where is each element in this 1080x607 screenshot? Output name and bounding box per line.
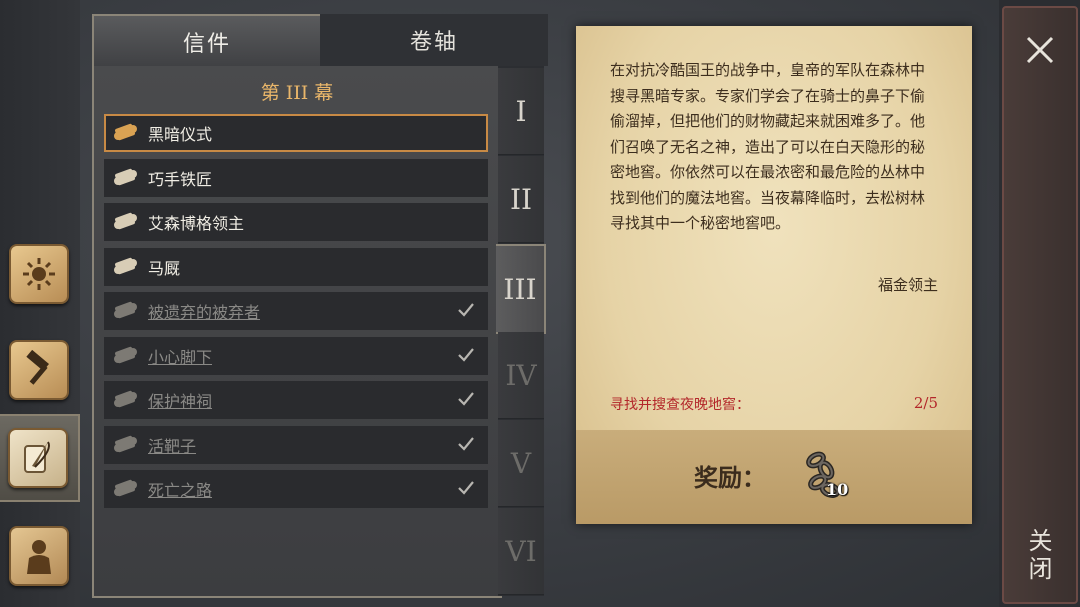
quest-label: 死亡之路 bbox=[148, 481, 213, 500]
quest-progress: 2/5 bbox=[913, 394, 938, 412]
tab-scrolls[interactable]: 卷轴 bbox=[320, 14, 548, 66]
close-button[interactable]: 关闭 bbox=[1002, 6, 1078, 604]
letter-body: 在对抗冷酷国王的战争中，皇帝的军队在森林中搜寻黑暗专家。专家们学会了在骑士的鼻子… bbox=[610, 61, 926, 232]
letter-signature: 福金领主 bbox=[877, 276, 938, 294]
nav-craft-button[interactable] bbox=[0, 326, 78, 414]
chapter-tab-II[interactable]: II bbox=[498, 156, 544, 243]
nav-letters-button[interactable] bbox=[0, 414, 80, 502]
quest-item[interactable]: 小心脚下 bbox=[104, 336, 488, 375]
chapter-tab-III[interactable]: III bbox=[496, 244, 546, 334]
scroll-icon bbox=[114, 435, 137, 452]
hammer-map-icon bbox=[9, 340, 69, 400]
close-icon[interactable] bbox=[1022, 32, 1058, 68]
scroll-icon bbox=[114, 212, 137, 230]
quest-label: 保护神祠 bbox=[148, 392, 213, 411]
close-label[interactable]: 关闭 bbox=[1024, 528, 1056, 584]
nav-skills-button[interactable] bbox=[0, 230, 78, 318]
sun-book-icon bbox=[9, 244, 69, 304]
check-icon bbox=[458, 347, 474, 362]
scroll-icon bbox=[114, 257, 137, 274]
scroll-icon bbox=[114, 168, 137, 185]
nav-character-button[interactable] bbox=[0, 512, 78, 600]
quest-item[interactable]: 艾森博格领主 bbox=[104, 203, 488, 241]
side-nav bbox=[0, 0, 80, 607]
tab-letters[interactable]: 信件 bbox=[92, 14, 322, 68]
act-title: 第 III 幕 bbox=[260, 82, 334, 104]
scroll-icon bbox=[114, 346, 137, 363]
quest-label: 马厩 bbox=[148, 258, 181, 278]
reward-bar: 奖励： 10 bbox=[576, 430, 972, 524]
quest-label: 活靶子 bbox=[148, 436, 197, 456]
scroll-icon bbox=[114, 479, 137, 497]
character-icon bbox=[9, 526, 69, 586]
quest-item[interactable]: 巧手铁匠 bbox=[104, 158, 488, 197]
quest-item[interactable]: 死亡之路 bbox=[104, 470, 488, 508]
chapter-tab-I[interactable]: I bbox=[498, 68, 544, 155]
check-icon bbox=[458, 303, 474, 317]
quest-label: 艾森博格领主 bbox=[148, 214, 245, 233]
quest-item[interactable]: 被遗弃的被弃者 bbox=[104, 292, 488, 330]
check-icon bbox=[458, 392, 474, 406]
quest-label: 巧手铁匠 bbox=[148, 169, 213, 189]
chapter-tab-VI[interactable]: VI bbox=[498, 508, 544, 595]
quest-label: 小心脚下 bbox=[148, 347, 213, 367]
check-icon bbox=[458, 436, 474, 451]
quest-label: 黑暗仪式 bbox=[148, 125, 213, 144]
quest-item[interactable]: 马厩 bbox=[104, 247, 488, 286]
quest-item[interactable]: 保护神祠 bbox=[104, 381, 488, 419]
check-icon bbox=[458, 481, 474, 495]
quest-label: 被遗弃的被弃者 bbox=[148, 303, 261, 322]
quest-item[interactable]: 黑暗仪式 bbox=[104, 114, 488, 152]
chapter-tab-IV[interactable]: IV bbox=[498, 332, 544, 419]
letter-parchment: 在对抗冷酷国王的战争中，皇帝的军队在森林中搜寻黑暗专家。专家们学会了在骑士的鼻子… bbox=[576, 26, 972, 524]
scroll-quill-icon bbox=[8, 428, 68, 488]
scroll-icon bbox=[114, 301, 137, 319]
scroll-icon bbox=[114, 390, 137, 408]
chapter-tab-V[interactable]: V bbox=[498, 420, 544, 507]
close-column: 关闭 bbox=[999, 0, 1080, 607]
reward-count: 10 bbox=[826, 480, 849, 499]
reward-label: 奖励： bbox=[694, 464, 766, 492]
chapter-selector: I II III IV V VI bbox=[496, 66, 546, 596]
quest-objective: 寻找并搜查夜晚地窖： bbox=[610, 397, 750, 413]
quest-item[interactable]: 活靶子 bbox=[104, 425, 488, 464]
quest-list-panel: 第 III 幕 黑暗仪式 巧手铁匠 艾森博格领主 马厩 被遗弃的被弃者 小心脚下… bbox=[92, 66, 502, 598]
scroll-icon bbox=[114, 123, 137, 141]
